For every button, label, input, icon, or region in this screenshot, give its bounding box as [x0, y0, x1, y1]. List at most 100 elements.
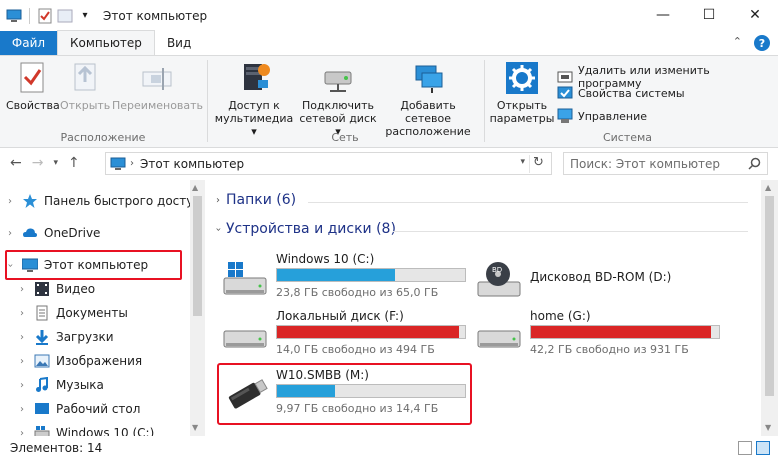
- new-folder-quick-icon[interactable]: [57, 8, 73, 24]
- map-network-drive-button[interactable]: Подключить сетевой диск ▾: [298, 60, 378, 138]
- collapse-chevron-icon[interactable]: ›: [213, 227, 224, 231]
- drive-usage-bar: [276, 325, 466, 339]
- drive-d[interactable]: BD Дисковод BD-ROM (D:): [470, 250, 720, 306]
- hard-drive-icon: [477, 330, 521, 348]
- open-settings-button[interactable]: Открыть параметры: [489, 60, 555, 125]
- expand-chevron-icon[interactable]: ›: [16, 356, 28, 367]
- details-view-icon[interactable]: [738, 441, 752, 455]
- computer-icon: [6, 8, 22, 24]
- documents-icon: [34, 305, 50, 321]
- drive-usage-fill: [277, 269, 396, 281]
- bd-rom-drive-icon: BD: [477, 262, 521, 297]
- expand-chevron-icon[interactable]: ›: [16, 332, 28, 343]
- ribbon-collapse-icon[interactable]: ⌃: [733, 35, 742, 51]
- expand-chevron-icon[interactable]: ›: [4, 228, 16, 239]
- video-icon: [34, 281, 50, 297]
- scroll-down-arrow-icon[interactable]: ▼: [765, 423, 771, 432]
- customize-quick-access-icon[interactable]: ▾: [77, 8, 93, 24]
- back-arrow-icon[interactable]: ←: [10, 155, 22, 171]
- help-icon[interactable]: ?: [754, 35, 770, 51]
- window-title: Этот компьютер: [103, 8, 208, 23]
- nav-item-desktop[interactable]: › Рабочий стол: [16, 398, 140, 420]
- expand-chevron-icon[interactable]: ›: [16, 284, 28, 295]
- drive-f[interactable]: Локальный диск (F:) 14,0 ГБ свободно из …: [216, 307, 466, 363]
- network-location-icon: [410, 60, 446, 96]
- ribbon-group-label: Сеть: [331, 131, 359, 144]
- section-devices[interactable]: › Устройства и диски (8): [213, 221, 396, 237]
- recent-locations-icon[interactable]: ▾: [53, 158, 58, 168]
- windows-drive-icon: [223, 262, 267, 295]
- search-box[interactable]: Поиск: Этот компьютер: [563, 152, 768, 175]
- tab-file[interactable]: Файл: [0, 31, 57, 55]
- scroll-thumb[interactable]: [193, 196, 202, 316]
- properties-icon: [14, 60, 50, 96]
- hard-drive-icon: [223, 330, 267, 348]
- images-icon: [34, 353, 50, 369]
- nav-pane-scrollbar[interactable]: ▲ ▼: [190, 180, 205, 436]
- close-button[interactable]: ✕: [732, 0, 778, 30]
- star-icon: [22, 193, 38, 209]
- add-network-location-button[interactable]: Добавить сетевое расположение: [378, 60, 478, 138]
- address-path[interactable]: Этот компьютер: [140, 157, 244, 171]
- nav-item-video[interactable]: › Видео: [16, 278, 95, 300]
- expand-chevron-icon[interactable]: ›: [16, 428, 28, 437]
- address-dropdown-icon[interactable]: ▾: [520, 157, 525, 167]
- open-icon: [67, 60, 103, 96]
- music-note-icon: [34, 376, 50, 393]
- search-icon[interactable]: [748, 157, 761, 170]
- manage-button[interactable]: Управление: [557, 108, 647, 124]
- nav-item-documents[interactable]: › Документы: [16, 302, 128, 324]
- up-arrow-icon[interactable]: ↑: [68, 155, 80, 171]
- search-input[interactable]: Поиск: Этот компьютер: [570, 157, 720, 171]
- refresh-icon[interactable]: ↻: [529, 155, 547, 173]
- minimize-button[interactable]: —: [640, 0, 686, 30]
- ribbon-group-location: Свойства Открыть Переименовать Расположе…: [0, 56, 206, 147]
- section-folders[interactable]: › Папки (6): [216, 192, 296, 208]
- navigation-pane: › Панель быстрого доступа › OneDrive › Э…: [0, 180, 205, 436]
- scroll-up-arrow-icon[interactable]: ▲: [192, 183, 198, 192]
- drive-c[interactable]: Windows 10 (C:) 23,8 ГБ свободно из 65,0…: [216, 250, 466, 306]
- scroll-down-arrow-icon[interactable]: ▼: [192, 423, 198, 432]
- expand-chevron-icon[interactable]: ›: [216, 195, 220, 206]
- maximize-button[interactable]: ☐: [686, 0, 732, 30]
- properties-button[interactable]: Свойства: [6, 60, 60, 112]
- drive-name: Локальный диск (F:): [276, 309, 404, 323]
- tab-view[interactable]: Вид: [155, 31, 203, 55]
- drive-usage-bar: [530, 325, 720, 339]
- ribbon-tabs: Файл Компьютер Вид ⌃ ?: [0, 30, 778, 55]
- scroll-thumb[interactable]: [765, 196, 774, 396]
- system-properties-button[interactable]: Свойства системы: [557, 85, 685, 101]
- nav-item-images[interactable]: › Изображения: [16, 350, 142, 372]
- desktop-icon: [34, 401, 50, 417]
- address-bar[interactable]: › Этот компьютер ▾ ↻: [105, 152, 552, 175]
- tab-computer[interactable]: Компьютер: [57, 30, 155, 55]
- expand-chevron-icon[interactable]: ›: [16, 380, 28, 391]
- expand-chevron-icon[interactable]: ›: [16, 308, 28, 319]
- breadcrumb-chevron-icon[interactable]: ›: [130, 158, 134, 169]
- rename-button[interactable]: Переименовать: [112, 60, 203, 112]
- expand-chevron-icon[interactable]: ›: [16, 404, 28, 415]
- nav-item-downloads[interactable]: › Загрузки: [16, 326, 114, 348]
- scroll-up-arrow-icon[interactable]: ▲: [765, 183, 771, 192]
- drive-info: 23,8 ГБ свободно из 65,0 ГБ: [276, 286, 439, 299]
- quick-access-toolbar: ▾: [0, 7, 93, 24]
- properties-quick-icon[interactable]: [37, 8, 53, 24]
- drive-info: 14,0 ГБ свободно из 494 ГБ: [276, 343, 435, 356]
- media-access-button[interactable]: Доступ к мультимедиа ▾: [212, 60, 296, 138]
- forward-arrow-icon[interactable]: →: [32, 155, 44, 171]
- svg-text:BD: BD: [492, 266, 502, 274]
- open-button[interactable]: Открыть: [60, 60, 110, 112]
- drive-info: 42,2 ГБ свободно из 931 ГБ: [530, 343, 689, 356]
- ribbon: Свойства Открыть Переименовать Расположе…: [0, 55, 778, 148]
- nav-item-onedrive[interactable]: › OneDrive: [4, 222, 100, 244]
- uninstall-icon: [557, 69, 573, 85]
- network-drive-icon: [320, 60, 356, 96]
- cloud-icon: [22, 225, 38, 241]
- drive-g[interactable]: home (G:) 42,2 ГБ свободно из 931 ГБ: [470, 307, 720, 363]
- large-icons-view-icon[interactable]: [756, 441, 770, 455]
- nav-item-windows-c[interactable]: › Windows 10 (C:): [16, 422, 154, 436]
- content-scrollbar[interactable]: ▲ ▼: [761, 180, 778, 436]
- expand-chevron-icon[interactable]: ›: [4, 196, 16, 207]
- nav-item-music[interactable]: › Музыка: [16, 374, 104, 396]
- nav-item-quick-access[interactable]: › Панель быстрого доступа: [4, 190, 205, 212]
